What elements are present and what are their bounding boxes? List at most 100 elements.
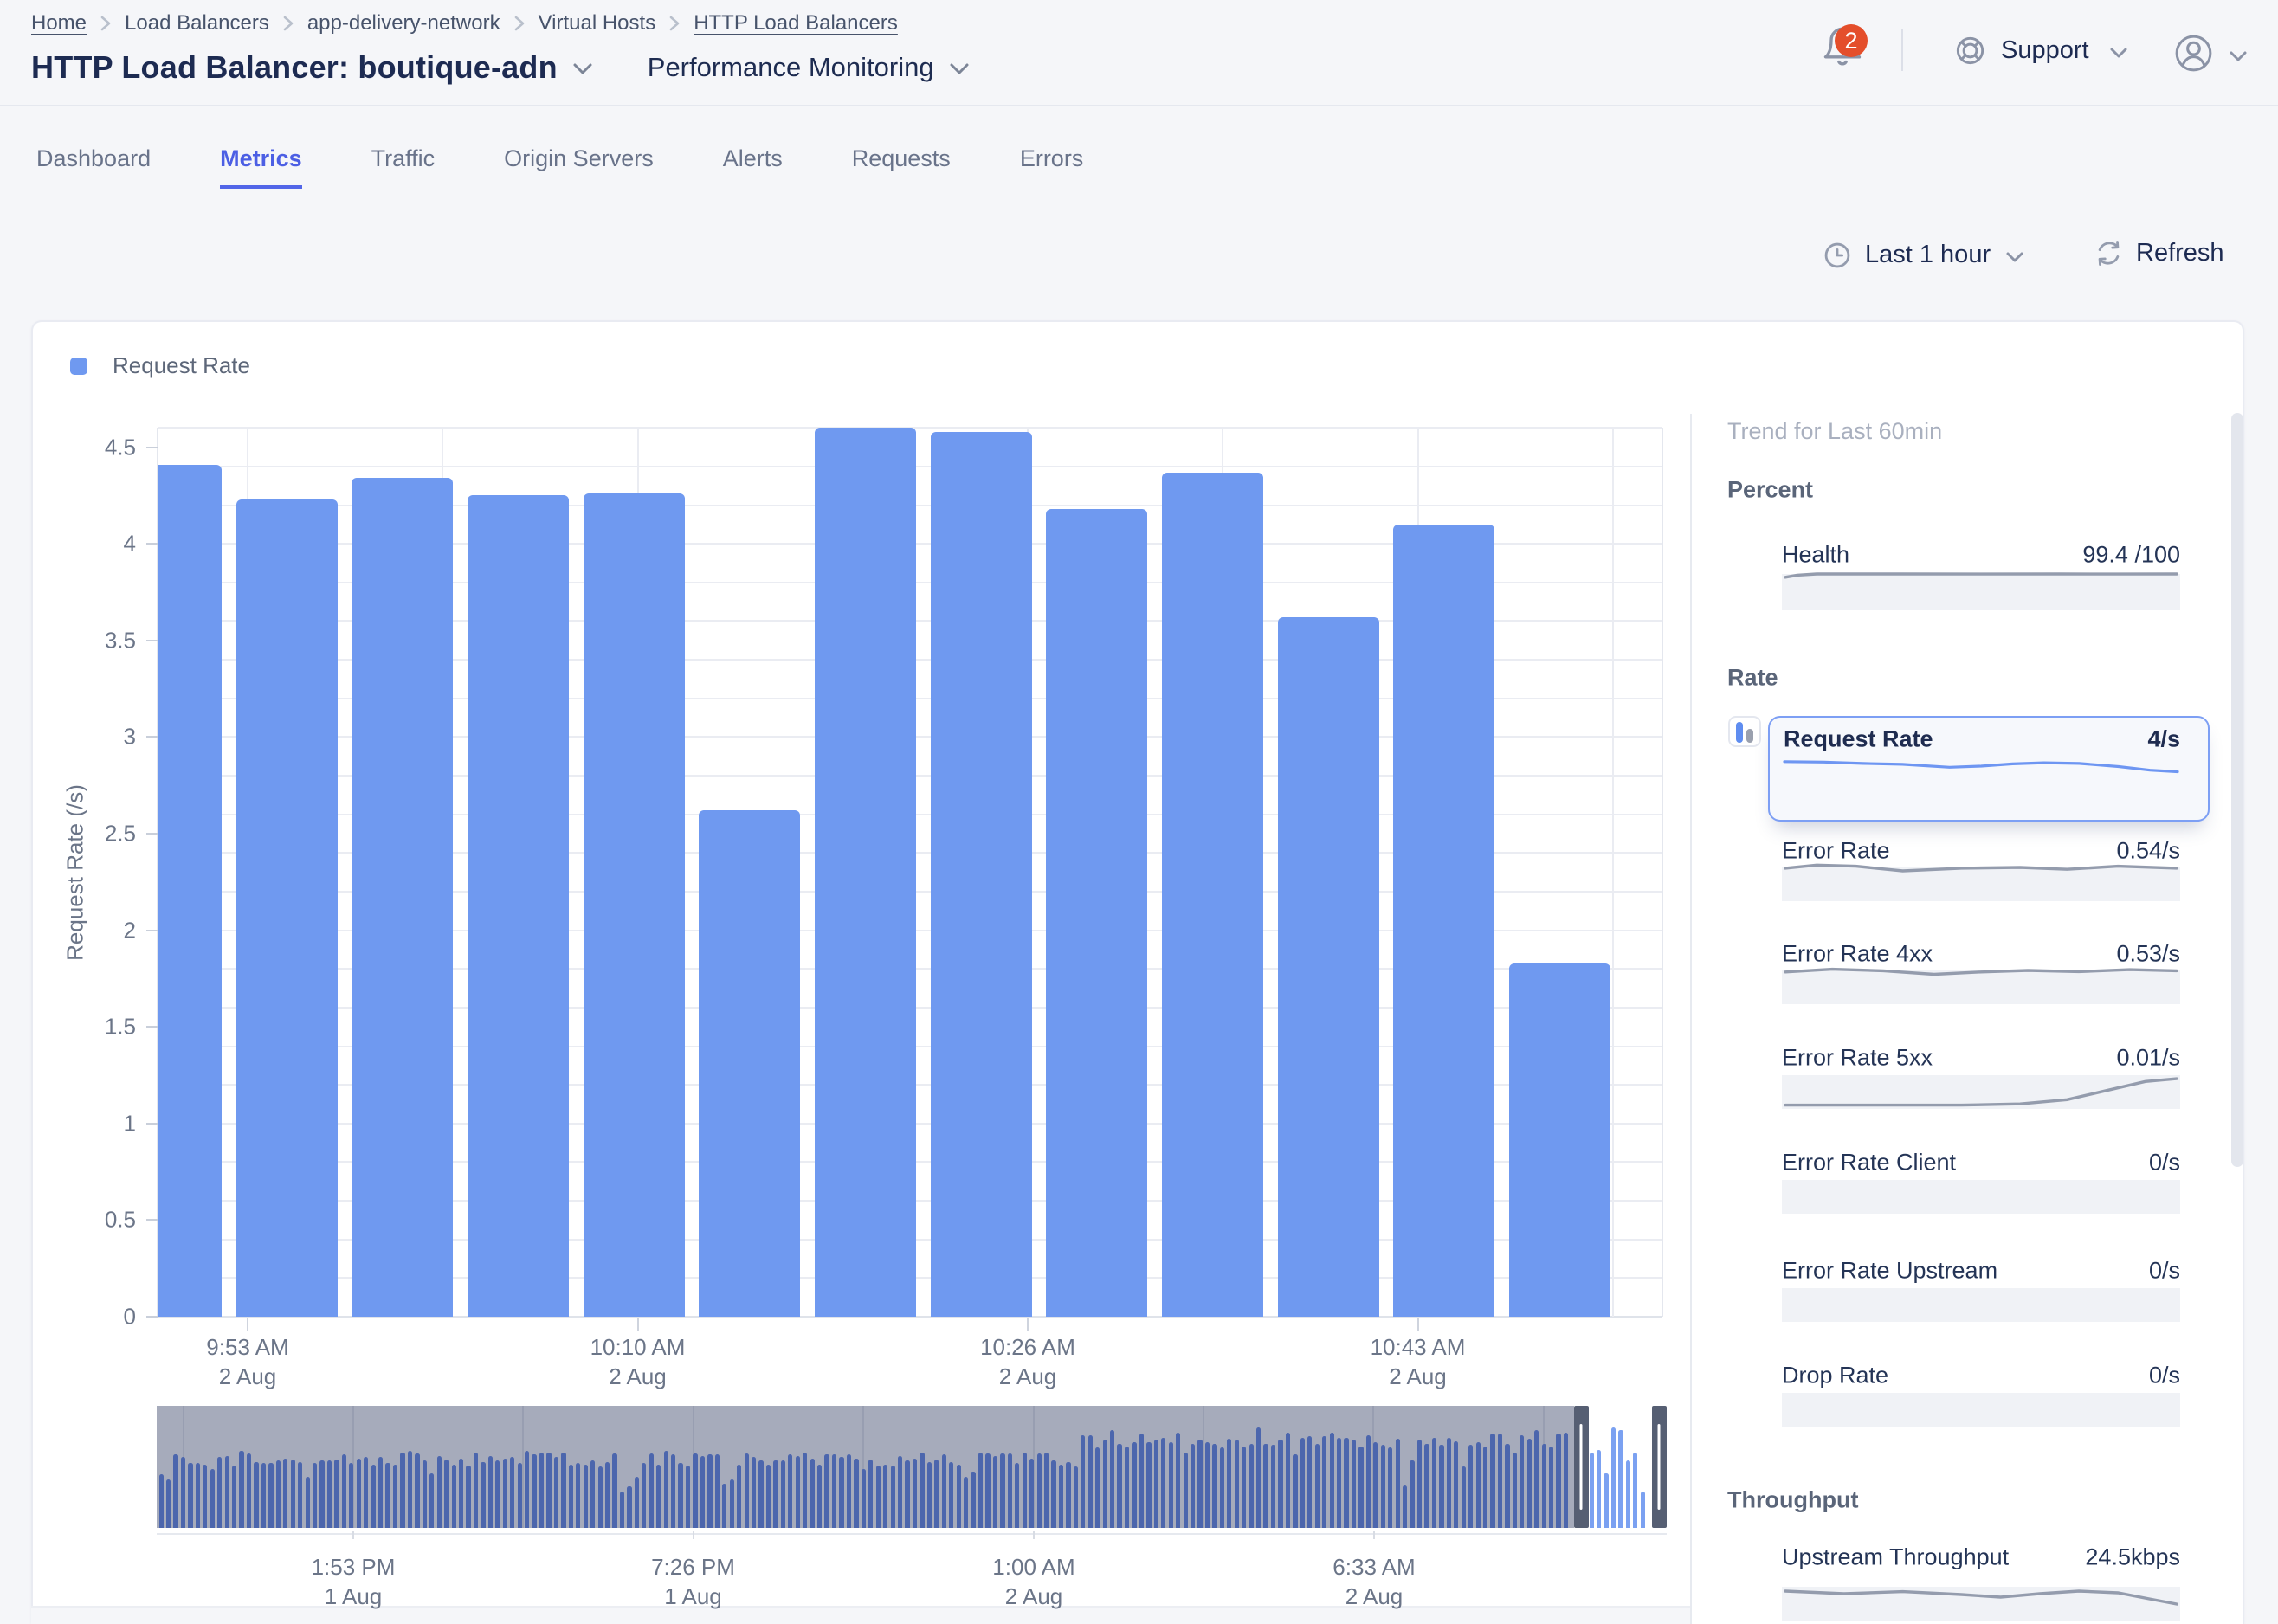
chart-bar[interactable]: [699, 810, 800, 1317]
minimap-bar: [1352, 1440, 1356, 1528]
minimap-bar: [1432, 1438, 1436, 1528]
minimap-bar: [1256, 1427, 1261, 1528]
breadcrumb-virtual-hosts[interactable]: Virtual Hosts: [539, 11, 656, 35]
breadcrumb-namespace[interactable]: app-delivery-network: [307, 11, 500, 35]
user-menu[interactable]: [2174, 34, 2249, 73]
chart-bar[interactable]: [1393, 525, 1494, 1317]
minimap-bar: [415, 1453, 419, 1528]
minimap-bar: [1015, 1463, 1019, 1528]
chart-bar[interactable]: [931, 432, 1032, 1317]
tab-errors[interactable]: Errors: [1020, 145, 1084, 195]
minimap-bar-selected: [1590, 1453, 1594, 1528]
minimap-bar: [766, 1465, 771, 1528]
chart-bar[interactable]: [584, 493, 685, 1317]
tab-metrics[interactable]: Metrics: [220, 145, 302, 189]
minimap-bar: [429, 1473, 434, 1528]
chart-bar[interactable]: [1509, 963, 1610, 1317]
minimap-bar: [188, 1463, 192, 1528]
metric-label: Request Rate: [1784, 726, 1933, 753]
y-axis-tick: [146, 736, 158, 738]
minimap-bar: [495, 1460, 500, 1528]
minimap-bar: [1037, 1453, 1042, 1528]
view-chevron-down-icon: [948, 61, 971, 81]
minimap-bar-selected: [1633, 1453, 1637, 1528]
metric-label: Error Rate Client: [1782, 1150, 1956, 1176]
minimap-bar: [327, 1460, 332, 1528]
metric-value: 0/s: [2149, 1258, 2180, 1285]
minimap-bar: [261, 1463, 266, 1528]
tab-traffic[interactable]: Traffic: [371, 145, 436, 195]
view-selector[interactable]: Performance Monitoring: [648, 52, 971, 83]
minimap-handle-left[interactable]: [1574, 1406, 1590, 1528]
avatar-icon: [2174, 34, 2213, 73]
support-menu[interactable]: Support: [1956, 36, 2129, 65]
chart-legend[interactable]: Request Rate: [70, 352, 250, 379]
minimap-axis-line: [157, 1533, 1667, 1535]
minimap-bar: [1534, 1430, 1539, 1528]
minimap-bar: [532, 1454, 536, 1528]
minimap-bar: [466, 1466, 470, 1528]
tab-bar: Dashboard Metrics Traffic Origin Servers…: [36, 145, 1083, 195]
y-axis-label: 4: [32, 531, 136, 557]
tab-dashboard[interactable]: Dashboard: [36, 145, 151, 195]
minimap-bar: [1476, 1442, 1481, 1528]
chart-bar[interactable]: [1278, 617, 1379, 1317]
minimap-bar: [745, 1453, 749, 1528]
support-label: Support: [2001, 36, 2089, 65]
title-chevron-down-icon[interactable]: [571, 61, 594, 81]
x-axis-tick: [1417, 1318, 1419, 1331]
tab-alerts[interactable]: Alerts: [723, 145, 783, 195]
x-label-date: 2 Aug: [543, 1362, 733, 1391]
minimap-bar: [371, 1465, 376, 1528]
minimap-bar: [883, 1465, 887, 1528]
tab-origin-servers[interactable]: Origin Servers: [504, 145, 654, 195]
panel-divider: [1690, 414, 1692, 1624]
minimap-bar: [357, 1459, 361, 1528]
minimap-handle-right[interactable]: [1652, 1406, 1668, 1528]
breadcrumb-http-load-balancers[interactable]: HTTP Load Balancers: [694, 11, 898, 35]
chart-bar[interactable]: [1162, 473, 1263, 1317]
minimap-bar: [1212, 1444, 1216, 1528]
minimap-bar: [1220, 1447, 1224, 1528]
minimap-bar: [554, 1457, 558, 1528]
chart-bar[interactable]: [236, 499, 338, 1317]
y-axis-label: 0.5: [32, 1207, 136, 1234]
y-axis-tick: [146, 447, 158, 448]
breadcrumb-home[interactable]: Home: [31, 11, 87, 35]
chart-bar[interactable]: [352, 478, 453, 1317]
chart-bar[interactable]: [158, 465, 222, 1317]
notifications-button[interactable]: 2: [1820, 25, 1868, 74]
tab-requests[interactable]: Requests: [852, 145, 951, 195]
minimap-bar: [1242, 1447, 1246, 1528]
chart-bar[interactable]: [468, 495, 569, 1317]
minimap-bar: [971, 1472, 975, 1528]
x-axis-label: 10:43 AM2 Aug: [1323, 1332, 1513, 1391]
minimap-bar: [283, 1459, 287, 1528]
minimap-bar: [1095, 1447, 1100, 1528]
time-range-select[interactable]: Last 1 hour: [1824, 241, 2025, 269]
minimap-bar: [247, 1453, 251, 1528]
minimap-bar: [758, 1460, 763, 1528]
refresh-label: Refresh: [2136, 239, 2224, 267]
minimap-bar: [1410, 1460, 1414, 1528]
minimap-bar: [1462, 1466, 1466, 1528]
chart-bar[interactable]: [815, 428, 916, 1317]
minimap-bar: [342, 1454, 346, 1528]
minimap-bar: [423, 1460, 427, 1528]
minimap-bar: [722, 1484, 726, 1528]
view-selector-label: Performance Monitoring: [648, 52, 934, 83]
clock-icon: [1824, 242, 1850, 268]
panel-scrollbar[interactable]: [2231, 413, 2243, 1167]
minimap-bar: [868, 1460, 873, 1528]
chart-bar[interactable]: [1046, 509, 1147, 1317]
minimap-bar: [788, 1454, 792, 1528]
refresh-button[interactable]: Refresh: [2094, 239, 2224, 267]
minimap-bar: [159, 1474, 164, 1528]
sparkline: [1785, 963, 2177, 978]
minimap-bar: [832, 1454, 836, 1528]
minimap-bar: [1483, 1447, 1487, 1528]
chart-type-icon[interactable]: [1728, 716, 1761, 747]
minimap-bar: [1556, 1434, 1560, 1528]
metric-label: Upstream Throughput: [1782, 1544, 2009, 1571]
breadcrumb-load-balancers[interactable]: Load Balancers: [125, 11, 269, 35]
